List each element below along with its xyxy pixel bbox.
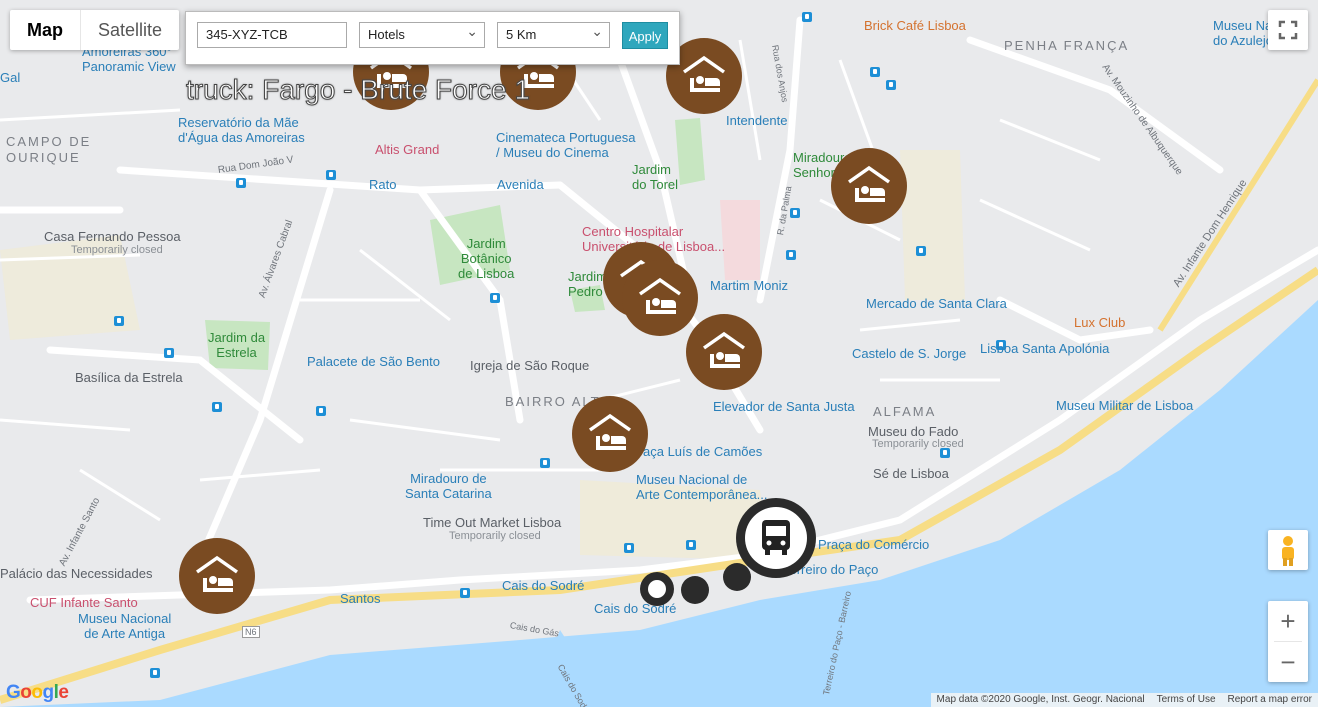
terms-of-use-link[interactable]: Terms of Use [1151,693,1222,707]
poi-label[interactable]: Rato [369,177,396,192]
route-point-marker[interactable] [723,563,751,591]
hotel-marker[interactable] [179,538,255,614]
map-type-control: Map Satellite [10,10,180,50]
poi-label[interactable]: Basílica da Estrela [75,370,183,385]
poi-label[interactable]: Santos [340,591,380,606]
zoom-control: + − [1268,601,1308,682]
transit-stop-icon [326,170,336,180]
fullscreen-icon [1278,20,1298,40]
poi-label[interactable]: Lisboa Santa Apolónia [980,341,1109,356]
hotel-marker[interactable] [686,314,762,390]
hotel-bed-icon [195,555,239,592]
satellite-view-button[interactable]: Satellite [81,10,179,50]
poi-label[interactable]: Reservatório da Mãe d'Água das Amoreiras [178,115,305,145]
district-label: PENHA FRANÇA [1004,38,1130,53]
bus-icon [762,520,790,555]
poi-label[interactable]: Praça do Comércio [818,537,929,552]
report-error-link[interactable]: Report a map error [1222,693,1318,707]
poi-label[interactable]: Jardim Botânico de Lisboa [458,236,514,281]
transit-stop-icon [164,348,174,358]
poi-label[interactable]: Jardim do Torel [632,162,678,192]
poi-label[interactable]: Praça Luís de Camões [630,444,762,459]
zoom-in-button[interactable]: + [1268,601,1308,641]
apply-button[interactable]: Apply [622,22,668,49]
poi-status: Temporarily closed [71,244,163,256]
transit-stop-icon [790,208,800,218]
poi-label[interactable]: Cais do Sodré [502,578,584,593]
poi-label[interactable]: Gal [0,70,20,85]
map-canvas[interactable]: PENHA FRANÇA CAMPO DE OURIQUE BAIRRO ALT… [0,0,1318,707]
poi-label[interactable]: Martim Moniz [710,278,788,293]
route-point-marker[interactable] [681,576,709,604]
poi-label[interactable]: Casa Fernando Pessoa [44,229,181,244]
poi-label[interactable]: Palácio das Necessidades [0,566,152,581]
attribution-bar: Map data ©2020 Google, Inst. Geogr. Naci… [930,693,1318,707]
hotel-bed-icon [588,413,632,450]
fullscreen-button[interactable] [1268,10,1308,50]
poi-label[interactable]: CUF Infante Santo [30,595,138,610]
route-start-marker[interactable] [640,572,674,606]
poi-label[interactable]: Palacete de São Bento [307,354,440,369]
poi-label[interactable]: Elevador de Santa Justa [713,399,855,414]
zoom-out-button[interactable]: − [1268,642,1308,682]
poi-label[interactable]: Brick Café Lisboa [864,18,966,33]
poi-label[interactable]: Igreja de São Roque [470,358,589,373]
transit-stop-icon [212,402,222,412]
transit-stop-icon [886,80,896,90]
poi-label[interactable]: Mercado de Santa Clara [866,296,1007,311]
transit-stop-icon [870,67,880,77]
poi-status: Temporarily closed [872,438,964,450]
truck-marker[interactable] [736,498,816,578]
district-label: ALFAMA [873,404,937,419]
poi-label[interactable]: Museu Militar de Lisboa [1056,398,1193,413]
transit-stop-icon [624,543,634,553]
poi-status: Temporarily closed [449,530,541,542]
poi-label[interactable]: Miradouro de Santa Catarina [405,471,492,501]
transit-stop-icon [490,293,500,303]
map-view-button[interactable]: Map [10,10,80,50]
poi-label[interactable]: Castelo de S. Jorge [852,346,966,361]
category-select-value: Hotels [368,27,405,42]
truck-name-label: truck: Fargo - Brute Force 1 [186,74,531,106]
poi-label[interactable]: Intendente [726,113,787,128]
pegman-icon [1282,536,1294,566]
hotel-bed-icon [702,331,746,368]
poi-label[interactable]: Jardim Pedro [568,269,607,299]
transit-stop-icon [686,540,696,550]
hotel-marker[interactable] [622,260,698,336]
transit-stop-icon [114,316,124,326]
google-logo[interactable]: Google [6,682,69,704]
transit-stop-icon [460,588,470,598]
poi-label[interactable]: Altis Grand [375,142,439,157]
hotel-bed-icon [682,55,726,92]
transit-stop-icon [802,12,812,22]
map-data-attribution: Map data ©2020 Google, Inst. Geogr. Naci… [936,694,1145,705]
category-select[interactable]: Hotels [359,19,485,48]
hotel-bed-icon [638,277,682,314]
radius-select[interactable]: 5 Km [497,19,610,48]
hotel-bed-icon [847,165,891,202]
poi-label[interactable]: Museu Nacional de Arte Antiga [78,611,171,641]
poi-label[interactable]: Cinemateca Portuguesa / Museu do Cinema [496,130,635,160]
transit-stop-icon [786,250,796,260]
poi-label[interactable]: Lux Club [1074,315,1125,330]
radius-select-value: 5 Km [506,27,537,42]
poi-label[interactable]: Museu Nacional de Arte Contemporânea... [636,472,768,502]
truck-id-input[interactable]: 345-XYZ-TCB [197,22,347,48]
transit-stop-icon [316,406,326,416]
transit-stop-icon [150,668,160,678]
poi-label[interactable]: Avenida [497,177,544,192]
road-shield: N6 [242,626,260,638]
poi-label[interactable]: Time Out Market Lisboa [423,515,561,530]
street-view-pegman-button[interactable] [1268,530,1308,570]
transit-stop-icon [916,246,926,256]
hotel-marker[interactable] [572,396,648,472]
poi-label[interactable]: Sé de Lisboa [873,466,949,481]
transit-stop-icon [540,458,550,468]
hotel-marker[interactable] [831,148,907,224]
filter-panel: 345-XYZ-TCB Hotels 5 Km Apply [185,11,680,65]
poi-label[interactable]: Jardim da Estrela [208,330,265,360]
district-label: CAMPO DE OURIQUE [6,134,92,165]
transit-stop-icon [236,178,246,188]
